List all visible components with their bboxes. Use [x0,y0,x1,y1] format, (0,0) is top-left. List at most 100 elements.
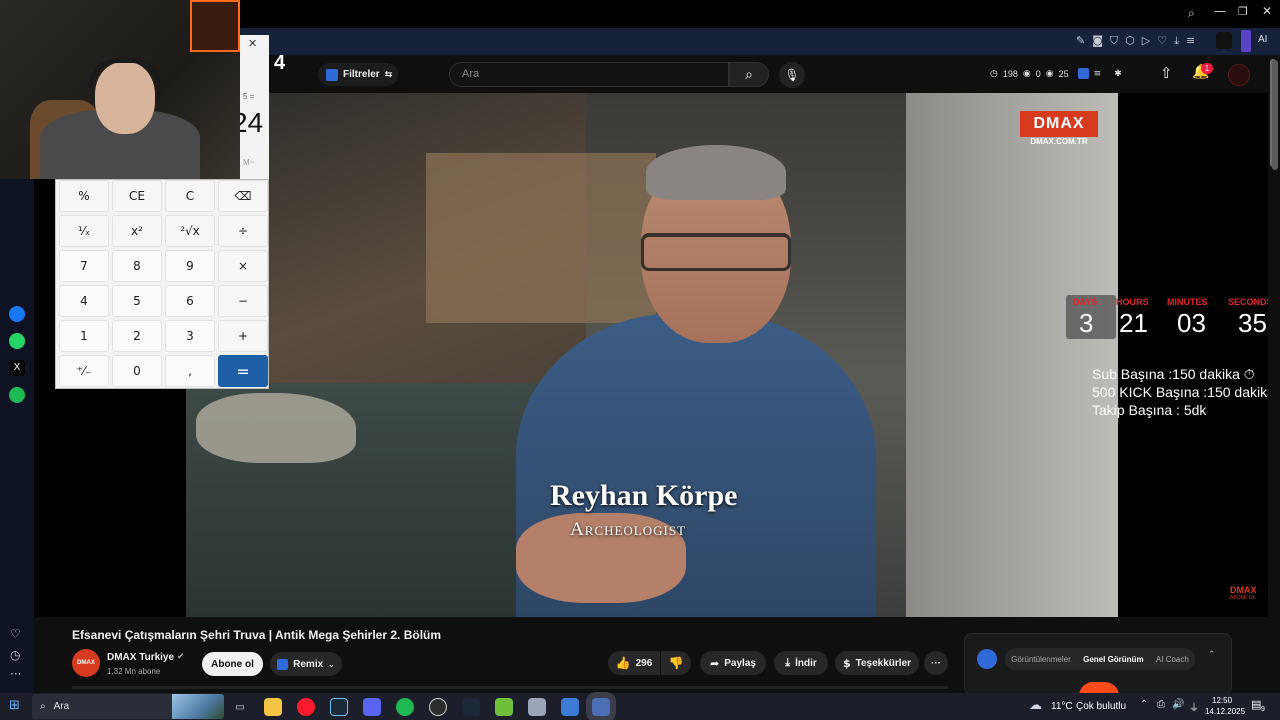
steam-alt-icon[interactable] [462,698,480,716]
digit-3-key[interactable]: 3 [165,320,215,352]
tab-overview[interactable]: Genel Görünüm [1083,655,1143,664]
square-key[interactable]: x² [112,215,162,247]
sliders-icon: ⇆ [384,69,393,80]
iq-icon [326,68,338,81]
digit-6-key[interactable]: 6 [165,285,215,317]
digit-4-key[interactable]: 4 [59,285,109,317]
clock-time[interactable]: 12:50 [1212,696,1232,705]
start-icon[interactable]: ⊞ [9,698,20,713]
more-button[interactable]: ··· [924,651,948,675]
x-icon[interactable]: X [9,360,25,376]
camera-icon[interactable]: ◙ [1092,34,1103,48]
digit-8-key[interactable]: 8 [112,250,162,282]
weather-temp[interactable]: 11°C [1051,701,1073,712]
channel-name[interactable]: DMAX Turkiye [107,652,174,663]
list-icon[interactable]: ≡ [1094,69,1102,79]
game-icon[interactable] [495,698,513,716]
iq-icon[interactable] [1077,68,1089,79]
taskbar-search[interactable]: ⌕ Ara [32,694,224,719]
download-icon[interactable]: ⤓ [1174,34,1179,48]
edit-icon[interactable]: ✎ [1076,34,1085,48]
upload-icon[interactable]: ⇧ [1160,64,1173,82]
subscribe-button[interactable]: Abone ol [202,652,263,676]
steam-icon[interactable] [330,698,348,716]
video-info: Efsanevi Çatışmaların Şehri Truva | Anti… [34,617,1280,696]
pin-icon[interactable]: ✱ [1114,69,1122,79]
search-input[interactable]: Ara [449,62,729,87]
restore-button[interactable]: ❐ [1238,5,1248,18]
volume-icon[interactable]: 🔊 [1172,699,1184,710]
digit-9-key[interactable]: 9 [165,250,215,282]
shield-icon[interactable]: ⛉ [1110,34,1118,48]
channel-avatar[interactable]: DMAX [72,649,100,677]
download-button[interactable]: ⤓ İndir [774,651,828,675]
file-explorer-icon[interactable] [264,698,282,716]
sqrt-key[interactable]: ²√x [165,215,215,247]
app-icon[interactable] [528,698,546,716]
discord-icon[interactable] [363,698,381,716]
share-button[interactable]: ➦ Paylaş [700,651,766,675]
page-scrollbar[interactable] [1272,60,1278,170]
percent-key[interactable]: % [59,180,109,212]
plus-key[interactable]: + [218,320,268,352]
reciprocal-key[interactable]: ¹⁄ₓ [59,215,109,247]
ai-button[interactable]: AI [1258,34,1267,45]
clear-key[interactable]: C [165,180,215,212]
obs-icon[interactable] [429,698,447,716]
menu-icon[interactable]: ≡ [1186,34,1195,48]
calculator-app-icon[interactable] [592,698,610,716]
decimal-key[interactable]: , [165,355,215,387]
heart-icon[interactable]: ♡ [10,627,21,641]
thanks-button[interactable]: $ Teşekkürler [835,651,919,675]
weather-text[interactable]: Çok bulutlu [1076,701,1126,712]
network-app-icon[interactable] [561,698,579,716]
filters-button[interactable]: Filtreler ⇆ [318,63,398,86]
avatar[interactable] [1228,64,1250,86]
heart-icon[interactable]: ♡ [1157,34,1167,48]
remix-button[interactable]: Remix ⌄ [270,652,342,676]
extension-icon[interactable] [1216,32,1232,49]
tab-ai-coach[interactable]: AI Coach [1156,655,1189,664]
more-icon[interactable]: ··· [10,667,21,681]
memory-label[interactable]: M~ [243,158,254,167]
digit-7-key[interactable]: 7 [59,250,109,282]
iq-icon[interactable] [977,649,997,669]
chevron-up-icon[interactable]: ⌃ [1208,650,1216,660]
notification-center-icon[interactable]: ▤ [1251,698,1261,711]
spotify-icon[interactable] [396,698,414,716]
spotify-icon[interactable] [9,387,25,403]
digit-0-key[interactable]: 0 [112,355,162,387]
digit-2-key[interactable]: 2 [112,320,162,352]
calculator-close-button[interactable]: ✕ [248,37,257,50]
dislike-button[interactable]: 👎 [661,651,691,675]
minimize-button[interactable]: — [1214,4,1226,18]
task-view-icon[interactable]: ▭ [231,698,249,716]
play-icon[interactable]: ▷ [1142,34,1150,48]
clock-date[interactable]: 14.12.2025 [1205,707,1245,716]
digit-5-key[interactable]: 5 [112,285,162,317]
usb-icon[interactable]: ⏚ [1189,699,1199,714]
voice-search-button[interactable]: 🎙 [779,62,805,88]
sidebar-toggle[interactable] [1241,30,1251,52]
tray-chevron-icon[interactable]: ⌃ [1140,699,1148,710]
search-button[interactable]: ⌕ [729,62,769,87]
close-button[interactable]: ✕ [1262,4,1272,18]
divide-key[interactable]: ÷ [218,215,268,247]
tab-views[interactable]: Görüntülenmeler [1011,655,1071,664]
equals-key[interactable]: = [218,355,268,387]
search-icon[interactable]: ⌕ [1188,6,1195,21]
clear-entry-key[interactable]: CE [112,180,162,212]
minus-key[interactable]: − [218,285,268,317]
whatsapp-icon[interactable] [9,333,25,349]
network-icon[interactable]: ⎙ [1157,699,1165,710]
messenger-icon[interactable] [9,306,25,322]
opera-icon[interactable] [297,698,315,716]
like-button[interactable]: 👍 296 [608,651,660,675]
history-icon[interactable]: ◷ [10,648,20,662]
negate-key[interactable]: ⁺⁄₋ [59,355,109,387]
cube-icon[interactable]: ⬡ [1125,34,1135,48]
digit-1-key[interactable]: 1 [59,320,109,352]
backspace-key[interactable]: ⌫ [218,180,268,212]
multiply-key[interactable]: × [218,250,268,282]
dmax-url: DMAX.COM.TR [1030,137,1088,146]
